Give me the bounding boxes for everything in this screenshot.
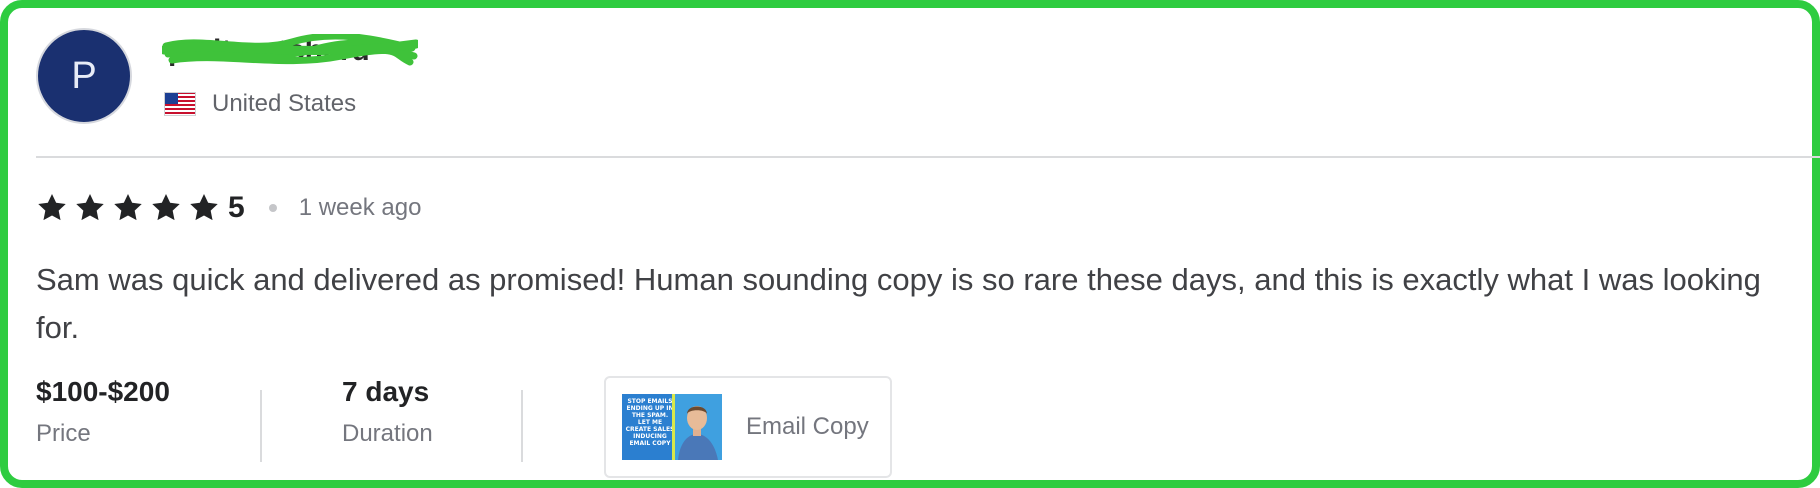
price-value: $100-$200 bbox=[36, 376, 170, 407]
gig-thumbnail[interactable]: STOP EMAILS ENDING UP IN THE SPAM. LET M… bbox=[622, 394, 722, 460]
rating-row: 5 1 week ago bbox=[36, 190, 421, 226]
duration-label: Duration bbox=[342, 420, 433, 447]
star-icon bbox=[76, 194, 104, 221]
star-icon bbox=[190, 194, 218, 221]
country-name: United States bbox=[212, 90, 357, 117]
seller-photo bbox=[672, 394, 722, 460]
star-icon bbox=[114, 194, 142, 221]
redaction-scribble bbox=[162, 34, 418, 66]
gig-title[interactable]: Email Copy bbox=[746, 413, 869, 441]
username-redacted[interactable]: petitcurtcherd bbox=[162, 34, 418, 68]
star-icon bbox=[152, 194, 180, 221]
star-icon bbox=[38, 194, 66, 221]
price-label: Price bbox=[36, 420, 91, 447]
gig-thumbnail-text: STOP EMAILS ENDING UP IN THE SPAM. LET M… bbox=[625, 398, 675, 447]
star-rating bbox=[36, 192, 226, 224]
reviewer-country: United States bbox=[164, 90, 356, 118]
separator-dot bbox=[268, 204, 277, 212]
avatar[interactable]: P bbox=[36, 28, 132, 124]
review-text: Sam was quick and delivered as promised!… bbox=[36, 262, 1761, 345]
duration-info: 7 days Duration bbox=[342, 376, 433, 448]
duration-value: 7 days bbox=[342, 376, 430, 407]
us-flag-icon bbox=[164, 92, 196, 116]
avatar-initial: P bbox=[71, 54, 97, 97]
price-info: $100-$200 Price bbox=[36, 376, 170, 448]
meta-separator bbox=[521, 390, 523, 462]
meta-separator bbox=[260, 390, 262, 462]
review-card: P petitcurtcherd United States 5 1 week … bbox=[0, 0, 1820, 488]
rating-value: 5 bbox=[228, 191, 245, 224]
divider bbox=[36, 156, 1820, 158]
review-date: 1 week ago bbox=[298, 194, 422, 221]
gig-link-card[interactable]: STOP EMAILS ENDING UP IN THE SPAM. LET M… bbox=[604, 376, 892, 478]
